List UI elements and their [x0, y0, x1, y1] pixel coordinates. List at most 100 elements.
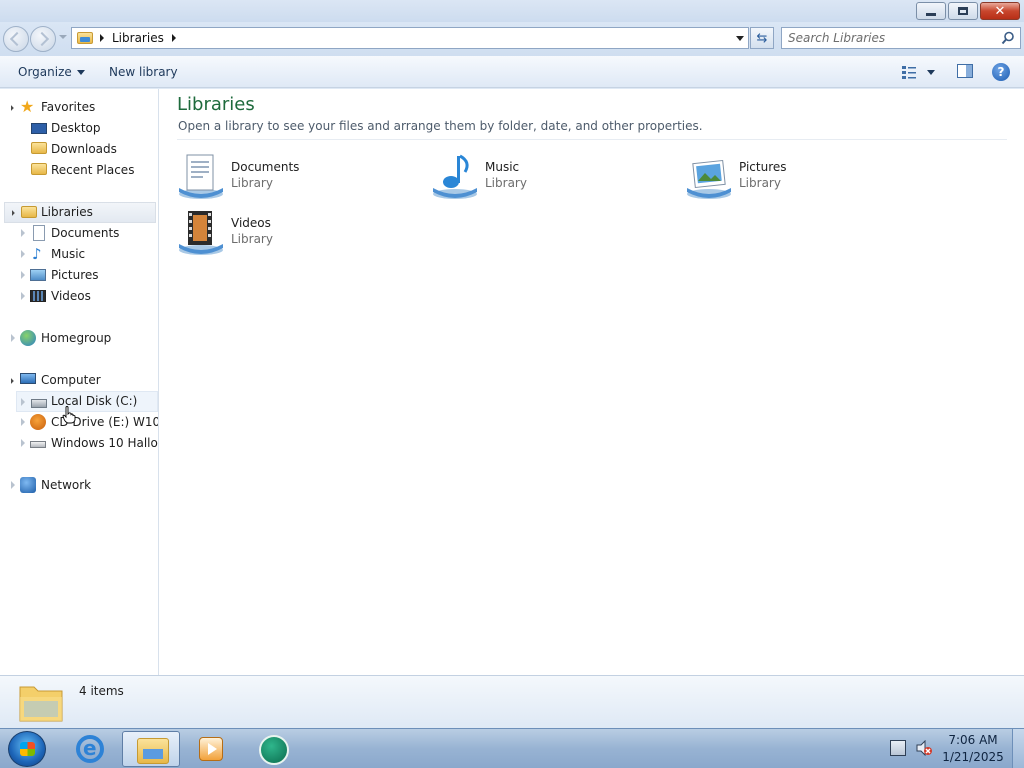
- expand-arrow-icon[interactable]: [21, 250, 25, 258]
- library-music[interactable]: Music Library: [431, 150, 681, 202]
- app-icon: [259, 735, 289, 765]
- minimize-button[interactable]: [916, 2, 946, 20]
- film-icon: [30, 290, 46, 302]
- breadcrumb-separator-icon[interactable]: [100, 34, 104, 42]
- nav-item-label: Recent Places: [51, 163, 135, 177]
- hand-cursor-icon: [62, 406, 76, 424]
- nav-item-windows-10-halloween[interactable]: Windows 10 Hallowe: [0, 433, 158, 454]
- taskbar: [0, 728, 1024, 768]
- taskbar-media-player[interactable]: [182, 731, 240, 767]
- videos-library-icon: [179, 211, 223, 255]
- volume-muted-icon[interactable]: [916, 740, 932, 756]
- expand-arrow-icon[interactable]: [8, 105, 14, 111]
- nav-computer[interactable]: Computer: [0, 370, 158, 391]
- network-icon: [20, 477, 36, 493]
- libraries-folder-icon: [77, 32, 93, 44]
- nav-item-cd-drive-e[interactable]: CD Drive (E:) W10_H: [0, 412, 158, 433]
- music-note-icon: ♪: [32, 245, 42, 263]
- system-clock[interactable]: 7:06 AM 1/21/2025: [938, 732, 1008, 766]
- expand-arrow-icon[interactable]: [9, 210, 15, 216]
- change-view-icon[interactable]: [901, 64, 917, 80]
- new-library-button[interactable]: New library: [109, 65, 178, 79]
- star-icon: ★: [20, 97, 35, 116]
- refresh-button[interactable]: ⇆: [750, 27, 774, 49]
- nav-homegroup-label: Homegroup: [41, 331, 112, 345]
- documents-library-icon: [179, 154, 223, 199]
- close-button[interactable]: ✕: [980, 2, 1020, 20]
- search-box[interactable]: [781, 27, 1021, 49]
- document-icon: [33, 225, 45, 241]
- breadcrumb-chevron-icon[interactable]: [171, 34, 176, 42]
- search-icon[interactable]: [1001, 31, 1015, 45]
- nav-item-local-disk-c[interactable]: Local Disk (C:): [16, 391, 158, 412]
- network-status-icon[interactable]: [890, 740, 906, 756]
- library-pictures[interactable]: Pictures Library: [685, 150, 935, 202]
- nav-item-label: Documents: [51, 226, 120, 240]
- library-name: Pictures: [739, 160, 787, 174]
- expand-arrow-icon[interactable]: [21, 229, 25, 237]
- nav-item-music[interactable]: ♪ Music: [0, 244, 158, 265]
- help-icon[interactable]: ?: [992, 63, 1010, 81]
- expand-arrow-icon[interactable]: [8, 378, 14, 384]
- address-history-dropdown[interactable]: [736, 36, 744, 41]
- expand-arrow-icon[interactable]: [21, 398, 25, 406]
- breadcrumb-libraries[interactable]: Libraries: [112, 31, 164, 45]
- taskbar-internet-explorer[interactable]: [62, 731, 120, 767]
- library-name: Documents: [231, 160, 300, 174]
- expand-arrow-icon[interactable]: [21, 292, 25, 300]
- expand-arrow-icon[interactable]: [21, 418, 25, 426]
- refresh-icon: ⇆: [756, 30, 768, 46]
- taskbar-app[interactable]: [245, 731, 303, 767]
- minimize-icon: [926, 12, 936, 16]
- maximize-button[interactable]: [948, 2, 978, 20]
- expand-arrow-icon[interactable]: [21, 439, 25, 447]
- library-type: Library: [231, 176, 273, 190]
- nav-favorites[interactable]: ★ Favorites: [0, 97, 158, 118]
- nav-item-label: Desktop: [51, 121, 101, 135]
- nav-network[interactable]: Network: [0, 475, 158, 496]
- show-desktop-button[interactable]: [1012, 729, 1024, 768]
- nav-item-desktop[interactable]: Desktop: [0, 118, 158, 139]
- nav-libraries[interactable]: Libraries: [4, 202, 156, 223]
- nav-item-pictures[interactable]: Pictures: [0, 265, 158, 286]
- expand-arrow-icon[interactable]: [21, 271, 25, 279]
- library-documents[interactable]: Documents Library: [177, 150, 427, 202]
- clock-date: 1/21/2025: [942, 750, 1004, 764]
- nav-item-videos[interactable]: Videos: [0, 286, 158, 307]
- libraries-icon: [21, 206, 37, 218]
- nav-item-downloads[interactable]: Downloads: [0, 139, 158, 160]
- computer-icon: [20, 373, 36, 384]
- library-videos[interactable]: Videos Library: [177, 206, 427, 258]
- start-button[interactable]: [8, 731, 46, 767]
- nav-item-label: Downloads: [51, 142, 117, 156]
- library-name: Videos: [231, 216, 271, 230]
- desktop-icon: [31, 123, 47, 134]
- address-row: Libraries ⇆: [0, 22, 1024, 56]
- expand-arrow-icon[interactable]: [11, 334, 15, 342]
- forward-button[interactable]: [30, 26, 56, 52]
- taskbar-windows-explorer[interactable]: [122, 731, 180, 767]
- expand-arrow-icon[interactable]: [11, 481, 15, 489]
- internet-explorer-icon: [76, 735, 104, 763]
- picture-icon: [30, 269, 46, 281]
- back-button[interactable]: [3, 26, 29, 52]
- removable-drive-icon: [30, 441, 46, 448]
- nav-item-label: Pictures: [51, 268, 99, 282]
- view-options-dropdown[interactable]: [927, 70, 935, 75]
- command-bar: Organize New library ?: [0, 56, 1024, 88]
- address-bar[interactable]: Libraries: [71, 27, 749, 49]
- organize-button[interactable]: Organize: [18, 65, 85, 79]
- downloads-folder-icon: [31, 142, 47, 154]
- nav-libraries-label: Libraries: [41, 205, 93, 219]
- nav-item-documents[interactable]: Documents: [0, 223, 158, 244]
- pictures-library-icon: [687, 159, 731, 199]
- recent-pages-dropdown[interactable]: [59, 35, 67, 39]
- search-input[interactable]: [788, 30, 993, 46]
- content-pane: Libraries Open a library to see your fil…: [159, 89, 1024, 675]
- local-disk-icon: [31, 399, 47, 408]
- nav-item-recent-places[interactable]: Recent Places: [0, 160, 158, 181]
- close-icon: ✕: [994, 3, 1006, 19]
- nav-homegroup[interactable]: Homegroup: [0, 328, 158, 349]
- preview-pane-icon[interactable]: [957, 64, 973, 78]
- windows-explorer-icon: [137, 738, 169, 764]
